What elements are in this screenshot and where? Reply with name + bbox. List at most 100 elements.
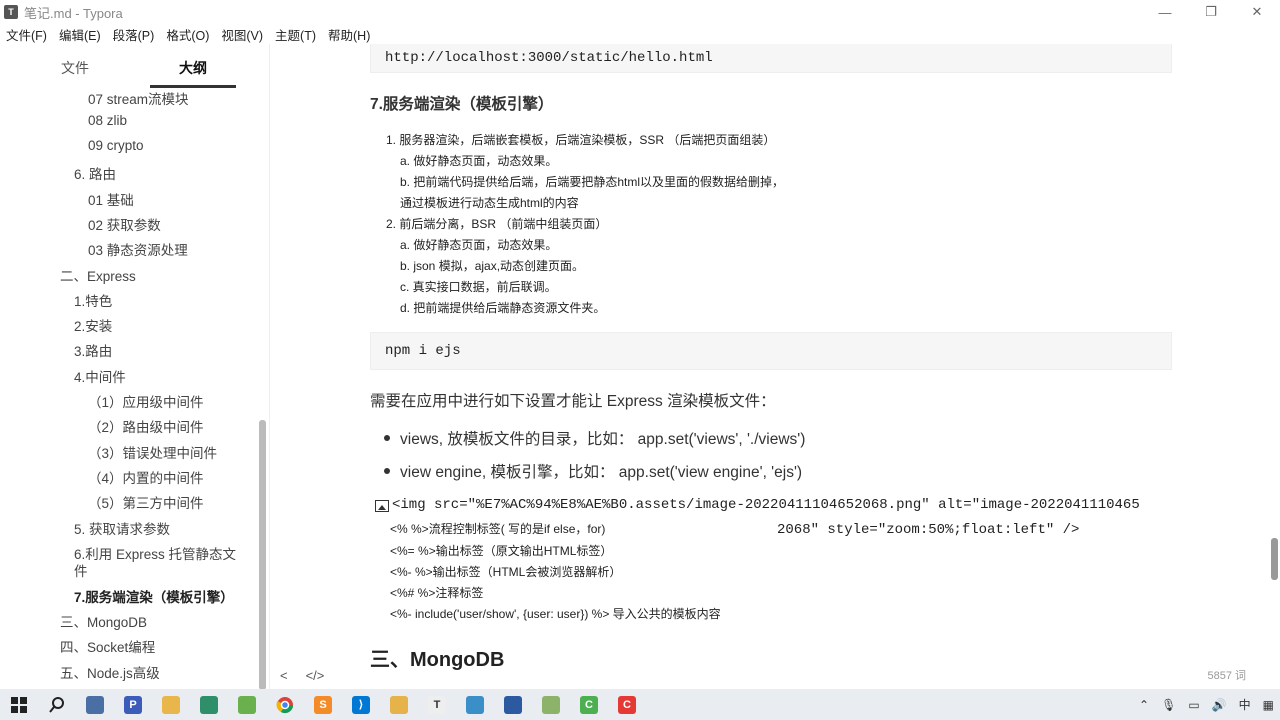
- window-title: 笔记.md - Typora: [24, 5, 123, 21]
- outline-item[interactable]: 三、MongoDB: [60, 611, 147, 631]
- outline-item[interactable]: 6.利用 Express 托管静态文: [74, 543, 236, 563]
- editor-scrollbar[interactable]: [1270, 44, 1280, 689]
- explorer-icon[interactable]: [152, 689, 190, 720]
- code-block[interactable]: http://localhost:3000/static/hello.html: [370, 44, 1172, 73]
- app-p-icon[interactable]: P: [114, 689, 152, 720]
- code-block-npm[interactable]: npm i ejs: [370, 332, 1172, 370]
- template-tag-line: <%- %>输出标签（HTML会被浏览器解析）: [390, 565, 622, 579]
- outline-item[interactable]: （2）路由级中间件: [88, 416, 204, 436]
- ime-indicator[interactable]: 中: [1233, 696, 1257, 713]
- bullet-item: views, 放模板文件的目录，比如： app.set('views', './…: [384, 427, 805, 449]
- outline-item[interactable]: 件: [74, 560, 88, 580]
- template-tag-line: <% %>流程控制标签( 写的是if else，for): [390, 522, 606, 536]
- list-item: 通过模板进行动态生成html的内容: [400, 196, 579, 210]
- heading-ssr: 7.服务端渲染（模板引擎）: [370, 96, 554, 113]
- typora-icon[interactable]: T: [418, 689, 456, 720]
- outline-item[interactable]: 二、Express: [60, 265, 136, 285]
- menu-view[interactable]: 视图(V): [215, 25, 269, 44]
- menu-paragraph[interactable]: 段落(P): [107, 25, 161, 44]
- outline-item[interactable]: 五、Node.js高级: [60, 662, 160, 682]
- bullet-text: view engine, 模板引擎，比如： app.set('view engi…: [400, 464, 803, 481]
- bullet-item: view engine, 模板引擎，比如： app.set('view engi…: [384, 460, 802, 482]
- typora-app-icon: T: [4, 5, 18, 19]
- menu-help[interactable]: 帮助(H): [322, 25, 376, 44]
- tab-files[interactable]: 文件: [0, 44, 150, 90]
- sidebar-scrollbar-thumb[interactable]: [259, 420, 266, 689]
- restore-button[interactable]: ❐: [1188, 0, 1234, 24]
- outline-item[interactable]: 四、Socket编程: [60, 636, 155, 656]
- outline-item[interactable]: （1）应用级中间件: [88, 391, 204, 411]
- outline-item[interactable]: 09 crypto: [88, 138, 144, 153]
- search-icon[interactable]: [38, 689, 76, 720]
- system-tray: ⌃ 🎙 ▭ 🔊 中 ▦: [1133, 689, 1280, 720]
- folder-icon[interactable]: [380, 689, 418, 720]
- outline-item[interactable]: 03 静态资源处理: [88, 239, 188, 259]
- outline-item[interactable]: 3.路由: [74, 340, 112, 360]
- list-item: 2. 前后端分离，BSR （前端中组装页面）: [386, 217, 608, 231]
- list-item: d. 把前端提供给后端静态资源文件夹。: [400, 301, 606, 315]
- heading-mongodb: 三、MongoDB: [370, 649, 505, 671]
- bullet-dot: [384, 435, 390, 441]
- sidebar-scrollbar[interactable]: [259, 90, 266, 689]
- list-item: a. 做好静态页面，动态效果。: [400, 238, 558, 252]
- outline-item[interactable]: 1.特色: [74, 290, 112, 310]
- close-button[interactable]: ✕: [1234, 0, 1280, 24]
- windows-start-icon[interactable]: [0, 689, 38, 720]
- microphone-icon[interactable]: 🎙: [1155, 698, 1182, 712]
- app-green-icon[interactable]: [190, 689, 228, 720]
- chrome-icon[interactable]: [266, 689, 304, 720]
- sublime-icon[interactable]: S: [304, 689, 342, 720]
- template-tag-line: <%= %>输出标签（原文输出HTML标签）: [390, 544, 613, 558]
- app-blue-icon[interactable]: [456, 689, 494, 720]
- title-bar: T 笔记.md - Typora — ❐ ✕: [0, 0, 1280, 24]
- outline-item[interactable]: 4.中间件: [74, 366, 126, 386]
- list-item: a. 做好静态页面，动态效果。: [400, 154, 558, 168]
- vscode-icon[interactable]: ⟩: [342, 689, 380, 720]
- image-source-text[interactable]: 2068" style="zoom:50%;float:left" />: [777, 522, 1079, 538]
- task-view-icon[interactable]: [76, 689, 114, 720]
- list-item: b. 把前端代码提供给后端，后端要把静态html以及里面的假数据给删掉，: [400, 175, 785, 189]
- app-c-green-icon[interactable]: C: [570, 689, 608, 720]
- image-source-text[interactable]: <img src="%E7%AC%94%E8%AE%B0.assets/imag…: [392, 497, 1140, 513]
- broken-image-icon: [375, 500, 389, 512]
- app-gear-icon[interactable]: [228, 689, 266, 720]
- tab-outline[interactable]: 大纲: [150, 44, 236, 88]
- taskbar: P S ⟩ T C C ⌃ 🎙 ▭ 🔊 中 ▦: [0, 689, 1280, 720]
- editor-area[interactable]: http://localhost:3000/static/hello.html …: [270, 44, 1270, 689]
- outline-item[interactable]: 6. 路由: [74, 163, 116, 183]
- menu-format[interactable]: 格式(O): [160, 25, 215, 44]
- list-item: 1. 服务器渲染，后端嵌套模板，后端渲染模板，SSR （后端把页面组装）: [386, 133, 776, 147]
- chevron-up-icon[interactable]: ⌃: [1133, 698, 1155, 712]
- app-pen-icon[interactable]: [532, 689, 570, 720]
- template-tag-line: <%- include('user/show', {user: user}) %…: [390, 607, 721, 621]
- template-tag-line: <%# %>注释标签: [390, 586, 484, 600]
- bullet-text: views, 放模板文件的目录，比如： app.set('views', './…: [400, 431, 806, 448]
- minimize-button[interactable]: —: [1142, 0, 1188, 24]
- outline-item-active[interactable]: 7.服务端渲染（模板引擎）: [74, 586, 234, 606]
- menu-file[interactable]: 文件(F): [0, 25, 53, 44]
- menu-edit[interactable]: 编辑(E): [53, 25, 107, 44]
- outline-item[interactable]: （5）第三方中间件: [88, 492, 204, 512]
- list-item: b. json 模拟，ajax,动态创建页面。: [400, 259, 585, 273]
- network-icon[interactable]: ▭: [1182, 698, 1205, 712]
- paragraph: 需要在应用中进行如下设置才能让 Express 渲染模板文件：: [370, 393, 776, 410]
- toggle-sidebar-button[interactable]: <: [280, 668, 288, 683]
- volume-icon[interactable]: 🔊: [1206, 698, 1233, 712]
- notification-icon[interactable]: ▦: [1257, 698, 1280, 712]
- app-chart-icon[interactable]: [494, 689, 532, 720]
- outline-item[interactable]: 02 获取参数: [88, 214, 161, 234]
- outline-item[interactable]: 07 stream流模块: [88, 88, 189, 108]
- outline-item[interactable]: （3）错误处理中间件: [88, 442, 217, 462]
- bullet-dot: [384, 468, 390, 474]
- menu-theme[interactable]: 主题(T): [269, 25, 322, 44]
- editor-scrollbar-thumb[interactable]: [1271, 538, 1278, 580]
- outline-item[interactable]: （4）内置的中间件: [88, 467, 204, 487]
- outline-item[interactable]: 5. 获取请求参数: [74, 518, 170, 538]
- outline-item[interactable]: 01 基础: [88, 189, 134, 209]
- window-controls: — ❐ ✕: [1142, 0, 1280, 24]
- word-count[interactable]: 5857 词: [1207, 667, 1246, 683]
- outline-item[interactable]: 2.安装: [74, 315, 112, 335]
- source-mode-button[interactable]: </>: [306, 668, 325, 683]
- app-c-red-icon[interactable]: C: [608, 689, 646, 720]
- outline-item[interactable]: 08 zlib: [88, 113, 127, 128]
